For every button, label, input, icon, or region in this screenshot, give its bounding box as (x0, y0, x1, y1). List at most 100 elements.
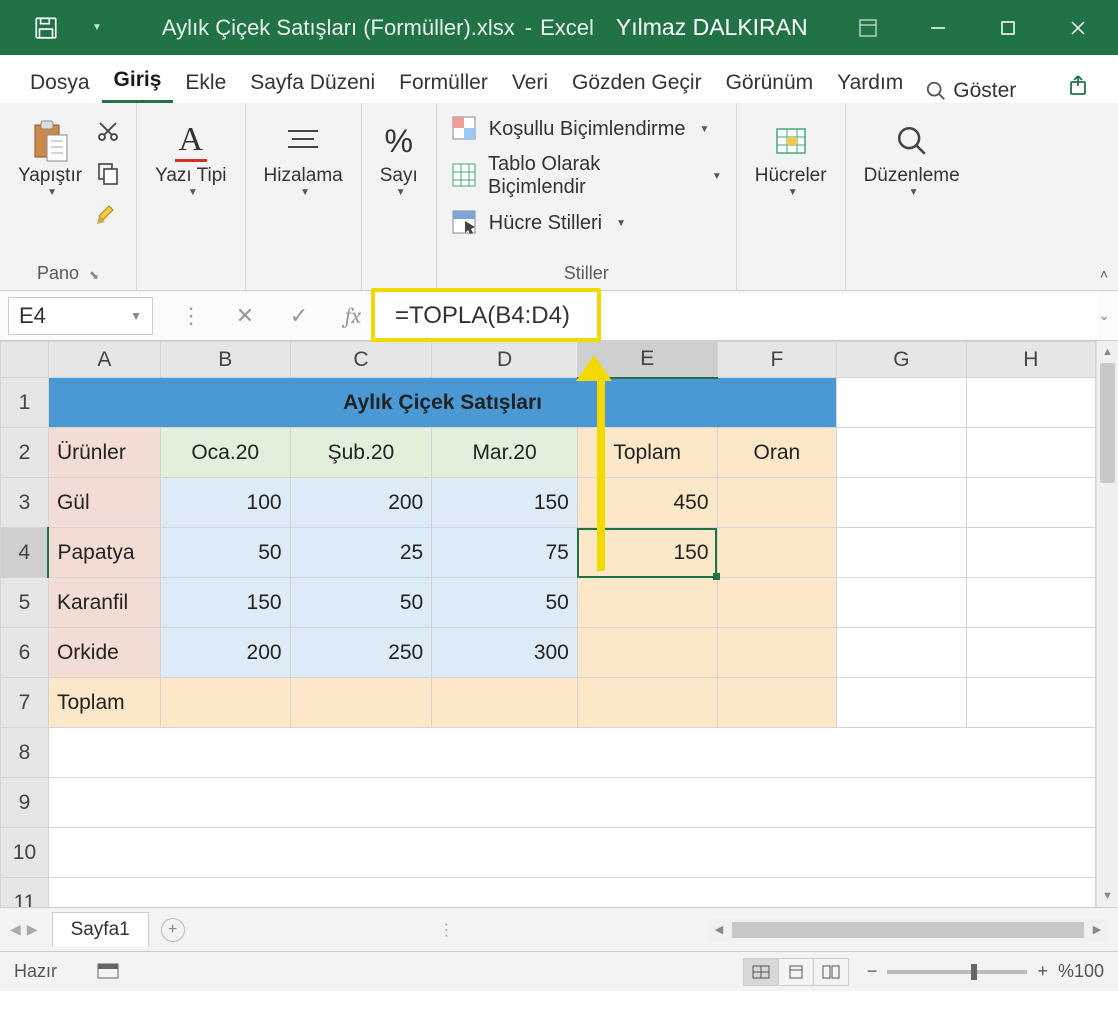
horizontal-scrollbar[interactable]: ◀ ▶ (708, 919, 1108, 941)
cell[interactable] (577, 678, 717, 728)
cell[interactable] (837, 628, 966, 678)
cell[interactable] (837, 428, 966, 478)
scroll-left-icon[interactable]: ◀ (708, 923, 730, 936)
cell-styles-button[interactable]: Hücre Stilleri▼ (451, 209, 722, 237)
row-header[interactable]: 10 (1, 828, 49, 878)
view-page-break-icon[interactable] (813, 958, 849, 986)
cells-button[interactable]: Hücreler ▼ (751, 111, 831, 204)
paste-button[interactable]: Yapıştır ▼ (14, 111, 86, 204)
zoom-control[interactable]: − + %100 (867, 961, 1104, 982)
tab-file[interactable]: Dosya (18, 63, 102, 103)
cell[interactable]: 100 (160, 478, 290, 528)
cancel-icon[interactable]: ✕ (227, 298, 263, 334)
name-box[interactable]: E4 ▼ (8, 297, 153, 335)
format-painter-icon[interactable] (94, 201, 122, 229)
row-header[interactable]: 6 (1, 628, 49, 678)
new-sheet-button[interactable]: + (161, 918, 185, 942)
header-cell[interactable]: Mar.20 (432, 428, 578, 478)
row-header[interactable]: 3 (1, 478, 49, 528)
zoom-knob[interactable] (971, 964, 977, 980)
enter-icon[interactable]: ✓ (281, 298, 317, 334)
maximize-button[interactable] (998, 18, 1018, 38)
macro-recorder-icon[interactable] (97, 963, 119, 981)
cell[interactable]: 200 (160, 628, 290, 678)
tab-help[interactable]: Yardım (825, 63, 915, 103)
tab-page-layout[interactable]: Sayfa Düzeni (238, 63, 387, 103)
cell[interactable]: 250 (290, 628, 432, 678)
col-header[interactable]: B (160, 342, 290, 378)
cell[interactable]: 150 (160, 578, 290, 628)
worksheet[interactable]: A B C D E F G H 1 Aylık Çiçek Satışları (0, 341, 1096, 907)
cell[interactable]: Toplam (48, 678, 160, 728)
share-button[interactable] (1060, 69, 1100, 103)
cell[interactable]: 50 (290, 578, 432, 628)
format-as-table-button[interactable]: Tablo Olarak Biçimlendir▼ (451, 153, 722, 199)
cell[interactable]: 25 (290, 528, 432, 578)
cell[interactable] (837, 528, 966, 578)
row-header[interactable]: 8 (1, 728, 49, 778)
cell[interactable] (290, 678, 432, 728)
cell[interactable] (966, 378, 1095, 428)
collapse-ribbon-icon[interactable]: ˄ (1100, 266, 1108, 282)
close-button[interactable] (1068, 18, 1088, 38)
row-header[interactable]: 9 (1, 778, 49, 828)
row-header[interactable]: 2 (1, 428, 49, 478)
cell[interactable] (48, 778, 1095, 828)
col-header[interactable]: H (966, 342, 1095, 378)
more-icon[interactable]: ⋮ (173, 298, 209, 334)
cell[interactable] (837, 378, 966, 428)
cell[interactable] (966, 628, 1095, 678)
cell[interactable] (717, 478, 837, 528)
row-header[interactable]: 1 (1, 378, 49, 428)
cell[interactable]: 450 (577, 478, 717, 528)
cell[interactable] (966, 578, 1095, 628)
scroll-down-icon[interactable]: ▼ (1097, 885, 1118, 907)
qat-customize-icon[interactable]: ▼ (92, 22, 102, 33)
tab-insert[interactable]: Ekle (173, 63, 238, 103)
table-title[interactable]: Aylık Çiçek Satışları (48, 378, 836, 428)
cell[interactable]: 75 (432, 528, 578, 578)
col-header[interactable]: F (717, 342, 837, 378)
cell[interactable] (717, 528, 837, 578)
fx-icon[interactable]: fx (335, 298, 371, 334)
scroll-up-icon[interactable]: ▲ (1097, 341, 1118, 363)
cell[interactable]: 50 (160, 528, 290, 578)
cell[interactable] (432, 678, 578, 728)
cell[interactable] (48, 828, 1095, 878)
cut-icon[interactable] (94, 117, 122, 145)
header-cell[interactable]: Oran (717, 428, 837, 478)
alignment-button[interactable]: Hizalama ▼ (260, 111, 347, 204)
header-cell[interactable]: Oca.20 (160, 428, 290, 478)
number-button[interactable]: % Sayı ▼ (376, 111, 422, 204)
editing-button[interactable]: Düzenleme ▼ (860, 111, 964, 204)
tab-view[interactable]: Görünüm (714, 63, 826, 103)
header-cell[interactable]: Şub.20 (290, 428, 432, 478)
cell[interactable] (717, 628, 837, 678)
cell[interactable] (577, 628, 717, 678)
view-page-layout-icon[interactable] (778, 958, 814, 986)
header-cell[interactable]: Ürünler (48, 428, 160, 478)
row-header[interactable]: 11 (1, 878, 49, 908)
minimize-button[interactable] (928, 18, 948, 38)
cell[interactable] (966, 478, 1095, 528)
cell[interactable] (837, 678, 966, 728)
zoom-slider[interactable] (887, 970, 1027, 974)
sheet-nav[interactable]: ◀▶ (10, 921, 38, 938)
vertical-scrollbar[interactable]: ▲ ▼ (1096, 341, 1118, 907)
select-all-corner[interactable] (1, 342, 49, 378)
tab-home[interactable]: Giriş (102, 60, 174, 103)
copy-icon[interactable] (94, 159, 122, 187)
cell[interactable] (48, 728, 1095, 778)
font-button[interactable]: A Yazı Tipi ▼ (151, 111, 230, 204)
zoom-out-icon[interactable]: − (867, 961, 878, 982)
cell[interactable] (160, 678, 290, 728)
cell[interactable] (48, 878, 1095, 908)
view-normal-icon[interactable] (743, 958, 779, 986)
tab-review[interactable]: Gözden Geçir (560, 63, 714, 103)
col-header[interactable]: D (432, 342, 578, 378)
scrollbar-thumb[interactable] (732, 922, 1084, 938)
formula-input[interactable]: =TOPLA(B4:D4) (377, 294, 1098, 338)
scroll-right-icon[interactable]: ▶ (1086, 923, 1108, 936)
active-cell[interactable]: 150 (577, 528, 717, 578)
cell[interactable] (966, 528, 1095, 578)
